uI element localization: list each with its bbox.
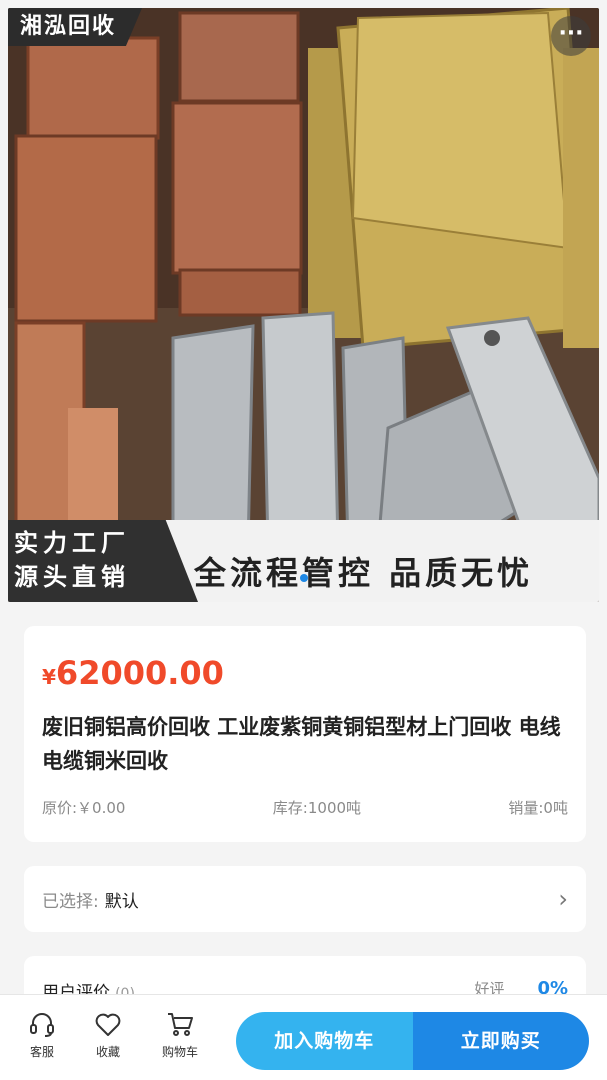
product-title: 废旧铜铝高价回收 工业废紫铜黄铜铝型材上门回收 电线电缆铜米回收 bbox=[42, 715, 561, 773]
carousel-dot-active[interactable] bbox=[299, 574, 308, 582]
currency-symbol: ¥ bbox=[42, 665, 56, 689]
favorite-button[interactable]: 收藏 bbox=[78, 1009, 138, 1060]
add-to-cart-button[interactable]: 加入购物车 bbox=[236, 1012, 413, 1070]
purchase-buttons: 加入购物车 立即购买 bbox=[236, 1012, 589, 1070]
buy-now-button[interactable]: 立即购买 bbox=[412, 1012, 589, 1070]
product-price: ¥62000.00 bbox=[42, 654, 568, 692]
price-value: 62000.00 bbox=[55, 654, 224, 692]
more-options-button[interactable]: ··· bbox=[551, 16, 591, 56]
product-page: 湘泓回收 ··· 实力工厂 源头直销 全流程管控 品质无忧 ¥62000.00 … bbox=[0, 0, 607, 1080]
product-photo bbox=[8, 8, 599, 602]
original-price: 原价:￥0.00 bbox=[42, 799, 126, 817]
spec-value: 默认 bbox=[104, 891, 139, 912]
price-card: ¥62000.00 废旧铜铝高价回收 工业废紫铜黄铜铝型材上门回收 电线电缆铜米… bbox=[24, 626, 586, 842]
service-button[interactable]: 客服 bbox=[12, 1009, 72, 1060]
sales: 销量:0吨 bbox=[508, 799, 568, 817]
product-image-carousel[interactable]: 湘泓回收 ··· 实力工厂 源头直销 全流程管控 品质无忧 bbox=[8, 8, 599, 602]
favorite-label: 收藏 bbox=[95, 1045, 120, 1059]
cart-icon bbox=[168, 1013, 193, 1036]
promo-line-1: 实力工厂 bbox=[14, 529, 130, 557]
service-label: 客服 bbox=[29, 1045, 54, 1059]
chevron-right-icon: › bbox=[558, 885, 568, 913]
promo-banner: 实力工厂 源头直销 全流程管控 品质无忧 bbox=[8, 520, 599, 602]
promo-banner-left: 实力工厂 源头直销 bbox=[8, 520, 198, 602]
cart-button[interactable]: 购物车 bbox=[150, 1009, 210, 1060]
headset-icon bbox=[30, 1013, 54, 1037]
brand-badge: 湘泓回收 bbox=[8, 8, 143, 46]
product-meta: 原价:￥0.00 库存:1000吨 销量:0吨 bbox=[42, 797, 568, 818]
heart-icon bbox=[95, 1013, 121, 1036]
carousel-indicator bbox=[8, 567, 599, 586]
stock: 库存:1000吨 bbox=[272, 799, 362, 817]
cart-label: 购物车 bbox=[161, 1045, 198, 1059]
spec-selector[interactable]: 已选择: 默认 › bbox=[24, 866, 586, 932]
bottom-action-bar: 客服 收藏 购物车 加入购物车 立即购买 bbox=[0, 994, 607, 1080]
spec-label: 已选择: bbox=[42, 891, 99, 912]
